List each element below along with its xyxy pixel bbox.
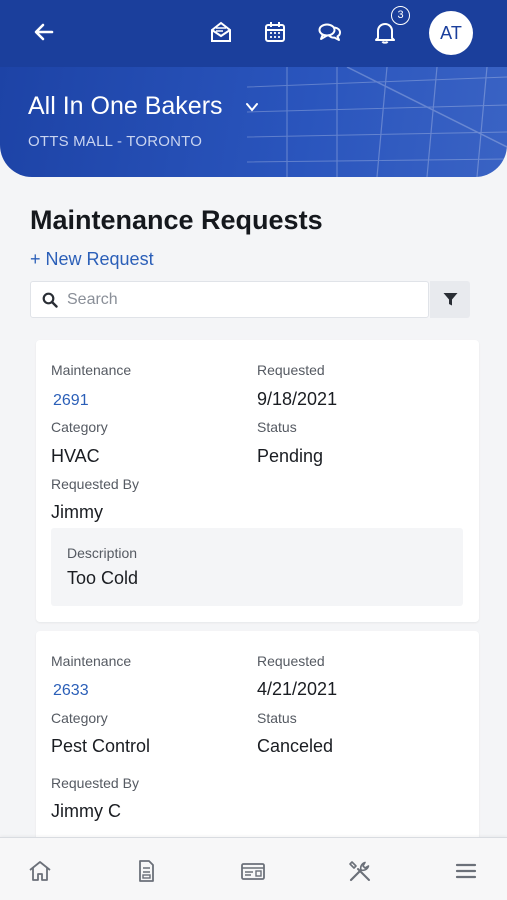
- description-value: Too Cold: [67, 568, 139, 588]
- bottom-nav: [0, 837, 507, 900]
- maintenance-label: Maintenance: [51, 653, 132, 669]
- search-icon: [42, 292, 58, 308]
- description-label: Description: [67, 545, 138, 561]
- top-bar: 3 AT: [0, 0, 507, 67]
- requested-by-value: Jimmy: [51, 502, 103, 522]
- chat-icon[interactable]: [317, 19, 343, 45]
- home-icon[interactable]: [27, 858, 53, 884]
- chevron-down-icon[interactable]: [244, 99, 260, 115]
- page-title: Maintenance Requests: [30, 205, 323, 235]
- requested-date: 4/21/2021: [257, 679, 338, 699]
- status-value: Canceled: [257, 736, 334, 756]
- maintenance-id-link[interactable]: 2691: [53, 392, 89, 410]
- new-request-link[interactable]: + New Request: [30, 249, 154, 270]
- filter-button[interactable]: [430, 281, 470, 318]
- category-value: HVAC: [51, 446, 100, 466]
- status-label: Status: [257, 419, 297, 435]
- tools-icon[interactable]: [347, 858, 373, 884]
- ticket-icon[interactable]: [240, 858, 266, 884]
- building-pattern-decoration: [247, 67, 507, 177]
- requested-label: Requested: [257, 653, 325, 669]
- site-name[interactable]: All In One Bakers: [28, 92, 223, 121]
- search-input[interactable]: [67, 290, 417, 310]
- category-label: Category: [51, 710, 108, 726]
- avatar[interactable]: AT: [429, 11, 473, 55]
- request-card[interactable]: Maintenance 2633 Requested 4/21/2021 Cat…: [36, 631, 479, 841]
- maintenance-id-link[interactable]: 2633: [53, 682, 89, 700]
- requested-date: 9/18/2021: [257, 389, 338, 409]
- requested-label: Requested: [257, 362, 325, 378]
- search-box: [30, 281, 429, 318]
- description-box: Description Too Cold: [51, 528, 463, 606]
- requested-by-label: Requested By: [51, 476, 139, 492]
- calendar-icon[interactable]: [262, 19, 288, 45]
- status-label: Status: [257, 710, 297, 726]
- menu-icon[interactable]: [453, 858, 479, 884]
- requested-by-label: Requested By: [51, 775, 139, 791]
- mail-open-icon[interactable]: [208, 19, 234, 45]
- status-value: Pending: [257, 446, 324, 466]
- notification-badge: 3: [391, 6, 410, 25]
- site-location: OTTS MALL - TORONTO: [28, 133, 203, 150]
- maintenance-label: Maintenance: [51, 362, 132, 378]
- document-icon[interactable]: [133, 858, 159, 884]
- back-arrow-icon[interactable]: [32, 20, 56, 44]
- filter-icon: [443, 293, 458, 306]
- category-value: Pest Control: [51, 736, 151, 756]
- category-label: Category: [51, 419, 108, 435]
- request-card[interactable]: Maintenance 2691 Requested 9/18/2021 Cat…: [36, 340, 479, 622]
- requested-by-value: Jimmy C: [51, 801, 121, 821]
- site-banner: All In One Bakers OTTS MALL - TORONTO: [0, 67, 507, 177]
